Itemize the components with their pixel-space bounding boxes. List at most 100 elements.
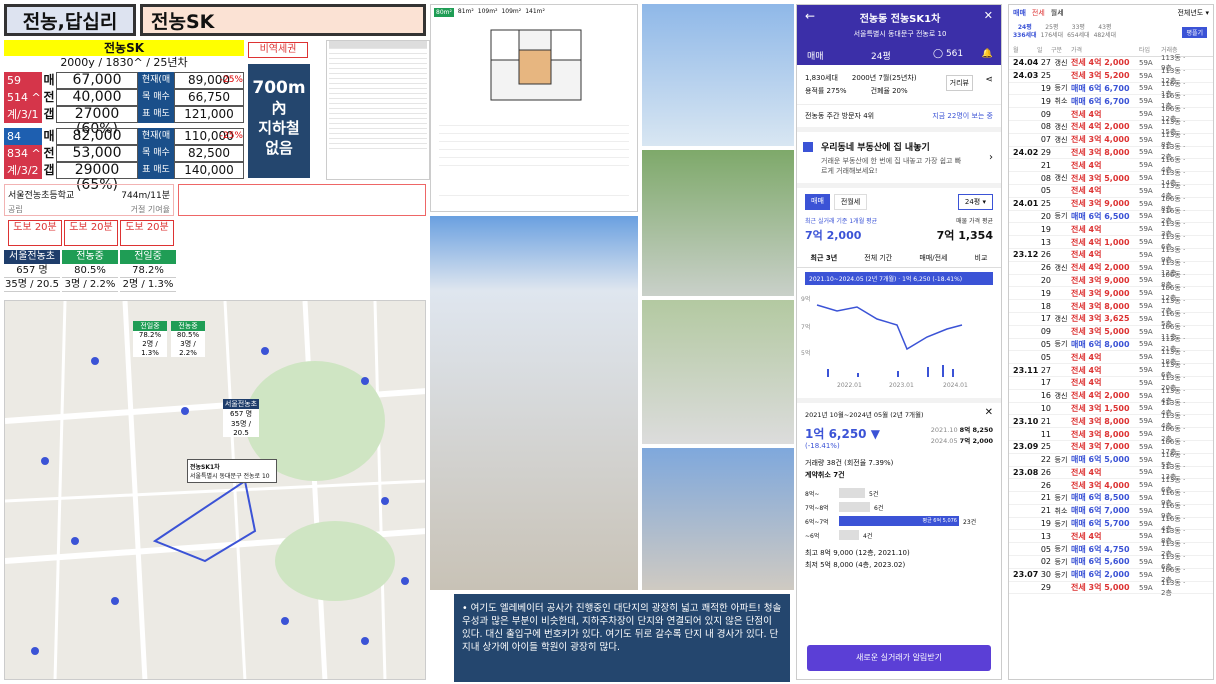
floorplan-tab[interactable]: 109m² (478, 8, 498, 17)
row-type: 59A (1139, 97, 1153, 106)
map-label-1: 전일중 78.2% 2명 / 1.3% (133, 321, 167, 357)
comment-count[interactable]: ◯ 561 (933, 49, 963, 59)
transaction-list: 매매 전세 월세 전체년도 ▾ 24평 336세대 25평 176세대 33평 654세대… (1008, 4, 1214, 680)
row-type: 59A (1139, 302, 1153, 311)
street-view-button[interactable]: 거리뷰 (945, 75, 973, 91)
row-price: 전세 4억 (1071, 531, 1102, 541)
size-count[interactable]: 43평 482세대 (1094, 24, 1117, 40)
location-map[interactable]: 전일중 78.2% 2명 / 1.3% 전농중 80.5% 3명 / 2.2% 서울전농… (4, 300, 426, 680)
row-price: 전세 3억 4,000 (1071, 480, 1130, 490)
row-day: 05 (1040, 339, 1051, 349)
subway-distance-box: 700m 內 지하철 없음 (248, 64, 310, 178)
row-size: 834 ^ (4, 145, 42, 162)
drop-value: 1억 6,250 ▼ (805, 427, 880, 441)
year-filter-value: 전체년도 (1177, 9, 1204, 17)
complex-info: 1,830세대 2000년 7월(25년차) 용적률 275% 건폐율 20% 거리… (797, 65, 1001, 105)
tab-sale[interactable]: 매매 (805, 194, 830, 210)
size-count[interactable]: 25평 176세대 (1041, 24, 1064, 40)
row-day: 08 (1040, 173, 1051, 183)
price-row: 84 m2 매 82,000 현재(매매) 110,000-25% (4, 128, 244, 160)
pyeong-button[interactable]: 평플기 (1182, 27, 1207, 38)
histogram-row: 8억~ 5건 (805, 486, 993, 500)
floorplan-tab[interactable]: 80m² (434, 8, 454, 17)
app-header: ← 전농동 전농SK1차 ✕ 서울특별시 동대문구 전농로 10 매매 24평 … (797, 5, 1001, 65)
chart-x-label: 2024.01 (943, 382, 968, 389)
school-stat-name: 서울전농초 (4, 250, 60, 264)
tab-period[interactable]: 전체 기간 (864, 253, 892, 263)
row-floor: 113동 · 2층 (1161, 578, 1186, 597)
histogram-row: 7억~8억 6건 (805, 500, 993, 514)
row-day: 25 (1040, 199, 1051, 209)
drop-from-value: 8억 8,250 (959, 426, 993, 434)
price-chart[interactable]: 2021.10~2024.05 (2년 7개월) · 1억 6,250 (-18… (797, 272, 1001, 398)
row-day: 19 (1040, 519, 1051, 529)
drop-header: 2021년 10월~2024년 05월 (2년 7개월) (805, 411, 924, 419)
close-icon[interactable]: ✕ (984, 9, 993, 22)
row-type: 59A (1139, 186, 1153, 195)
bell-icon[interactable]: 🔔 (982, 49, 993, 59)
type-select[interactable]: 매매 (807, 49, 824, 62)
deal-count: 거래량 38건 (회전율 7.39%) (805, 459, 894, 467)
subway-distance: 700m (252, 78, 306, 98)
tab-deal-type[interactable]: 전세 (1032, 8, 1045, 18)
table-row[interactable]: 29 전세 3억 5,000 59A 113동 · 2층 (1009, 579, 1213, 597)
tab-deal-type[interactable]: 월세 (1051, 8, 1064, 18)
alarm-button[interactable]: 새로운 실거래가 알림받기 (807, 645, 991, 671)
size-count[interactable]: 33평 654세대 (1067, 24, 1090, 40)
row-type: 전 (43, 90, 55, 104)
row-type: 59A (1139, 84, 1153, 93)
row-label-amount: 121,000 (184, 107, 234, 121)
price-row: 계/3/1 갭 27000 (60%) 표 매도 121,000 (4, 106, 244, 137)
row-month: 24.01 (1013, 199, 1039, 209)
size-select[interactable]: 24평 ▾ (957, 194, 993, 210)
row-price: 전세 4억 (1071, 160, 1102, 170)
school-stat-v2: 35명 / 20.5 (4, 279, 60, 292)
row-label: 표 매도 (138, 106, 174, 123)
row-type: 59A (1139, 391, 1153, 400)
row-day: 19 (1040, 83, 1051, 93)
tab-period[interactable]: 매매/전세 (919, 253, 947, 263)
list-tabs: 매매 전세 월세 전체년도 ▾ (1009, 5, 1213, 21)
floorplan-tab[interactable]: 81m² (458, 8, 474, 17)
year-filter[interactable]: 전체년도 ▾ (1177, 8, 1209, 18)
close-summary-icon[interactable]: ✕ (985, 407, 993, 418)
row-price: 매매 6억 5,700 (1071, 519, 1130, 529)
row-month: 24.03 (1013, 71, 1039, 81)
row-month: 23.09 (1013, 442, 1039, 452)
row-value: 40,000 (56, 89, 138, 106)
row-day: 29 (1040, 147, 1051, 157)
floorplan-tab[interactable]: 141m² (525, 8, 545, 17)
row-type: 59A (1139, 583, 1153, 592)
pyeong-select[interactable]: 24평 (871, 49, 891, 62)
map-complex-tag[interactable]: 전농SK1차 서울특별시 동대문구 전농로 10 (187, 459, 277, 483)
row-day: 20 (1040, 211, 1051, 221)
hist-range: ~6억 (805, 532, 820, 540)
tab-deal-type[interactable]: 매매 (1013, 8, 1026, 18)
row-kind: 갱신 (1054, 263, 1068, 272)
description-box: • 여기도 엘레베이터 공사가 진행중인 대단지의 광장히 넓고 쾌적한 아파트… (454, 594, 790, 682)
promo-banner[interactable]: 우리동네 부동산에 집 내놓기 거래운 부동산에 한 번에 집 내놓고 가장 쉽… (797, 132, 1001, 188)
hist-bar (839, 502, 870, 512)
floorplan-details (431, 114, 637, 200)
tab-period[interactable]: 최근 3년 (811, 253, 838, 263)
row-kind: 취소 (1054, 506, 1068, 515)
row-type: 59A (1139, 148, 1153, 157)
row-label-value: 110,000 -25% (174, 128, 244, 145)
row-price: 전세 4억 (1071, 109, 1102, 119)
row-type: 59A (1139, 327, 1153, 336)
row-type: 59A (1139, 71, 1153, 80)
visitor-row[interactable]: 전농동 주간 방문자 4위 지금 22명이 보는 중 (797, 105, 1001, 132)
row-type: 매 (43, 73, 55, 87)
row-value: 53,000 (56, 145, 138, 162)
share-icon[interactable]: ⋖ (985, 75, 993, 85)
row-type: 59A (1139, 174, 1153, 183)
row-month: 23.07 (1013, 570, 1039, 580)
size-count[interactable]: 24평 336세대 (1013, 24, 1037, 40)
floorplan-drawing (490, 29, 582, 101)
high-price: 최고 8억 9,000 (12층, 2021.10) (805, 549, 910, 557)
floorplan-tab[interactable]: 109m² (501, 8, 521, 17)
tab-period[interactable]: 비교 (975, 253, 988, 263)
row-label-value: 66,750 (174, 89, 244, 106)
row-price: 전세 3억 5,000 (1071, 327, 1130, 337)
tab-rent[interactable]: 전월세 (833, 194, 868, 210)
